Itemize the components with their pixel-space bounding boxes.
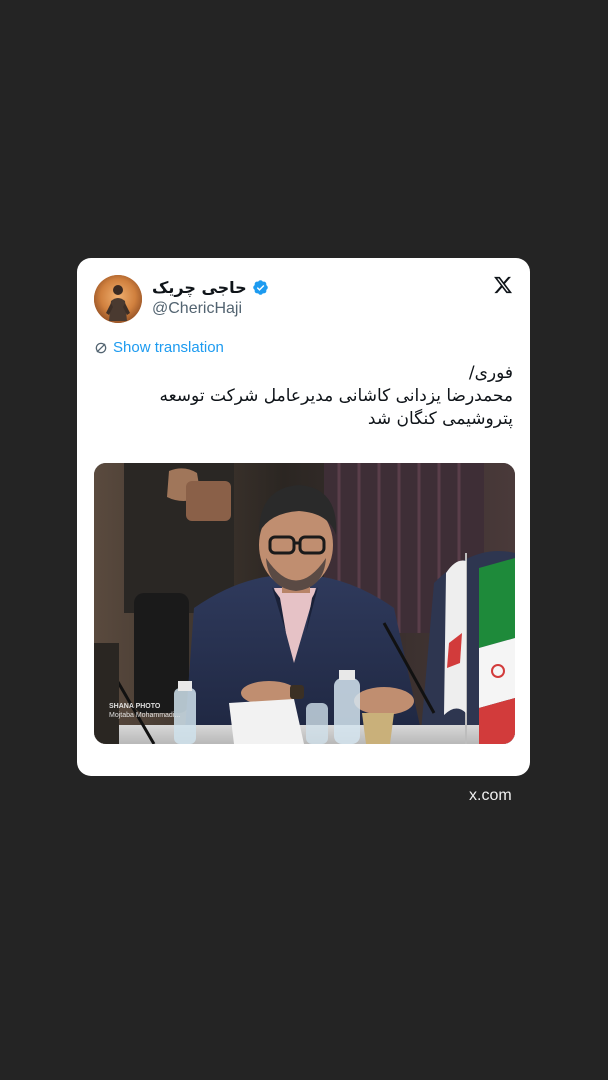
tweet-text-line: محمدرضا یزدانی کاشانی مدیرعامل شرکت توسع… (159, 386, 513, 406)
translate-icon (95, 342, 107, 353)
author-row[interactable]: حاجی چریک (152, 275, 269, 299)
tweet-text: فوری/ محمدرضا یزدانی کاشانی مدیرعامل شرک… (94, 362, 513, 431)
photo-watermark: SHANA PHOTO Mojtaba Mohammadi... (109, 702, 180, 720)
watermark-credit: Mojtaba Mohammadi... (109, 712, 181, 719)
tweet-photo[interactable]: SHANA PHOTO Mojtaba Mohammadi... (94, 463, 515, 744)
show-translation-button[interactable]: Show translation (94, 339, 224, 356)
show-translation-label: Show translation (113, 339, 224, 356)
display-name[interactable]: حاجی چریک (152, 278, 247, 297)
avatar-image (94, 275, 142, 323)
tweet-card[interactable]: حاجی چریک @ChericHaji Show translation ف… (77, 258, 530, 776)
author-handle[interactable]: @ChericHaji (152, 300, 242, 318)
avatar[interactable] (94, 275, 142, 323)
source-label[interactable]: x.com (469, 787, 512, 805)
tweet-text-line: فوری/ (468, 363, 513, 383)
x-logo-icon[interactable] (493, 275, 513, 295)
tweet-text-line: پتروشیمی کنگان شد (367, 409, 513, 429)
verified-badge-icon (252, 279, 269, 296)
watermark-brand: SHANA PHOTO (109, 703, 161, 710)
